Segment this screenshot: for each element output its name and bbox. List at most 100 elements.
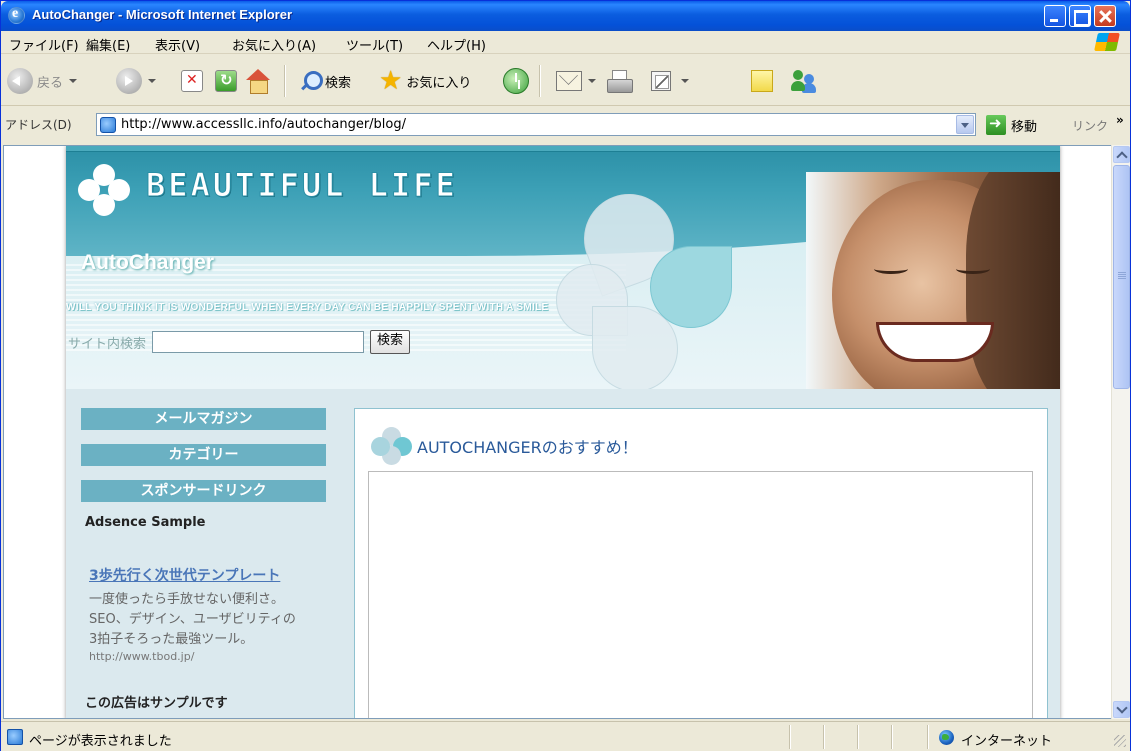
clover-icon	[78, 164, 130, 216]
scroll-down-button[interactable]	[1113, 701, 1130, 718]
main-title: AUTOCHANGERのおすすめ！	[417, 438, 638, 457]
menu-tools[interactable]: ツール(T)	[346, 35, 403, 54]
site-logo-text[interactable]: BEAUTIFUL LIFE	[146, 166, 458, 205]
browser-window: AutoChanger - Microsoft Internet Explore…	[0, 0, 1131, 751]
window-title: AutoChanger - Microsoft Internet Explore…	[32, 7, 293, 22]
favorites-label: お気に入り	[406, 75, 472, 91]
forward-dropdown-icon[interactable]	[148, 79, 156, 83]
menu-help[interactable]: ヘルプ(H)	[427, 35, 486, 54]
clover-icon	[371, 427, 413, 465]
site-search-input[interactable]	[152, 331, 365, 353]
minimize-button[interactable]	[1044, 5, 1066, 27]
search-label: 検索	[325, 75, 352, 91]
title-bar[interactable]: AutoChanger - Microsoft Internet Explore…	[1, 1, 1130, 31]
close-button[interactable]	[1094, 5, 1116, 27]
edit-dropdown-icon[interactable]	[681, 79, 689, 83]
edit-button[interactable]	[651, 66, 689, 96]
status-divider	[927, 725, 928, 749]
edit-icon	[651, 71, 671, 91]
favorites-button[interactable]: ★ お気に入り	[379, 66, 471, 96]
mail-button[interactable]	[556, 66, 596, 96]
menu-view[interactable]: 表示(V)	[155, 35, 200, 54]
messenger-button[interactable]	[791, 66, 817, 96]
site-name[interactable]: AutoChanger	[81, 251, 214, 275]
home-button[interactable]	[245, 66, 271, 96]
discuss-button[interactable]	[751, 66, 773, 96]
stop-icon	[181, 70, 203, 92]
forward-button[interactable]	[116, 66, 156, 96]
sidebar-heading-sponsored[interactable]: スポンサードリンク	[81, 480, 326, 502]
sidebar-heading-mailmagazine[interactable]: メールマガジン	[81, 408, 326, 430]
site-search-button[interactable]: 検索	[370, 330, 411, 354]
page-icon	[100, 117, 116, 133]
print-button[interactable]	[607, 66, 633, 96]
back-dropdown-icon[interactable]	[69, 79, 78, 83]
site-search-label: サイト内検索	[68, 336, 147, 352]
address-dropdown-button[interactable]	[956, 115, 974, 134]
scroll-thumb[interactable]	[1113, 165, 1130, 389]
ad-text-line: SEO、デザイン、ユーザビリティの	[89, 612, 296, 627]
resize-grip[interactable]	[1114, 735, 1126, 747]
windows-logo-icon	[1094, 33, 1120, 51]
links-label[interactable]: リンク	[1072, 117, 1108, 134]
status-bar: ページが表示されました インターネット	[1, 721, 1130, 751]
menu-edit[interactable]: 編集(E)	[86, 35, 130, 54]
address-bar: アドレス(D) http://www.accessllc.info/autoch…	[1, 107, 1130, 141]
forward-icon	[116, 68, 142, 94]
search-icon	[299, 70, 323, 92]
ad-sample-label: Adsence Sample	[85, 515, 206, 530]
discuss-icon	[751, 70, 773, 92]
sidebar-heading-category[interactable]: カテゴリー	[81, 444, 326, 466]
page-icon	[7, 729, 23, 745]
sidebar: メールマガジン カテゴリー スポンサードリンク Adsence Sample 3…	[66, 389, 346, 718]
scroll-up-button[interactable]	[1113, 146, 1130, 163]
go-arrow-icon	[986, 114, 1006, 135]
header-photo	[806, 172, 1060, 389]
clover-decoration-icon	[554, 181, 734, 389]
history-icon	[503, 68, 529, 94]
toolbar-separator	[539, 65, 540, 97]
main-content: AUTOCHANGERのおすすめ！	[354, 408, 1048, 718]
refresh-button[interactable]	[215, 66, 237, 96]
address-url[interactable]: http://www.accessllc.info/autochanger/bl…	[121, 117, 406, 132]
refresh-icon	[215, 70, 237, 92]
ie-icon[interactable]	[8, 6, 25, 24]
status-divider	[857, 725, 858, 749]
status-text: ページが表示されました	[29, 734, 172, 749]
history-button[interactable]	[503, 66, 529, 96]
ad-title-link[interactable]: 3歩先行く次世代テンプレート	[89, 565, 280, 585]
page-viewport: BEAUTIFUL LIFE AutoChanger WILL YOU THIN…	[3, 145, 1112, 719]
messenger-icon	[791, 68, 817, 94]
menu-file[interactable]: ファイル(F)	[9, 35, 79, 54]
ad-text-line: 3拍子そろった最強ツール。	[89, 632, 254, 647]
links-chevron-icon[interactable]: »	[1116, 113, 1124, 127]
status-divider	[823, 725, 824, 749]
site-header: BEAUTIFUL LIFE AutoChanger WILL YOU THIN…	[66, 146, 1060, 389]
go-button[interactable]: 移動	[986, 113, 1037, 137]
menu-favorites[interactable]: お気に入り(A)	[232, 35, 316, 54]
vertical-scrollbar[interactable]	[1111, 145, 1130, 719]
address-label: アドレス(D)	[5, 118, 72, 132]
mail-icon	[556, 71, 582, 91]
ad-note: この広告はサンプルです	[85, 696, 228, 711]
favorites-star-icon: ★	[379, 66, 403, 96]
maximize-button[interactable]	[1069, 5, 1091, 27]
status-divider	[891, 725, 892, 749]
address-input[interactable]: http://www.accessllc.info/autochanger/bl…	[96, 113, 976, 136]
ad-url[interactable]: http://www.tbod.jp/	[89, 650, 194, 663]
menu-bar: ファイル(F) 編集(E) 表示(V) お気に入り(A) ツール(T) ヘルプ(…	[1, 31, 1130, 54]
toolbar-separator	[284, 65, 285, 97]
search-button[interactable]: 検索	[299, 66, 351, 96]
back-button[interactable]: 戻る	[7, 66, 78, 96]
stop-button[interactable]	[181, 66, 203, 96]
print-icon	[607, 70, 633, 93]
back-label: 戻る	[37, 75, 64, 91]
standard-buttons: 戻る 検索 ★ お気に入り	[1, 55, 1130, 106]
mail-dropdown-icon[interactable]	[588, 79, 596, 83]
recommend-box	[368, 471, 1033, 718]
web-page: BEAUTIFUL LIFE AutoChanger WILL YOU THIN…	[66, 146, 1060, 718]
ad-text-line: 一度使ったら手放せない便利さ。	[89, 592, 285, 607]
toolbar: 戻る 検索 ★ お気に入り	[1, 55, 1130, 143]
internet-zone-icon	[939, 730, 954, 745]
header-stripe	[66, 146, 1060, 152]
